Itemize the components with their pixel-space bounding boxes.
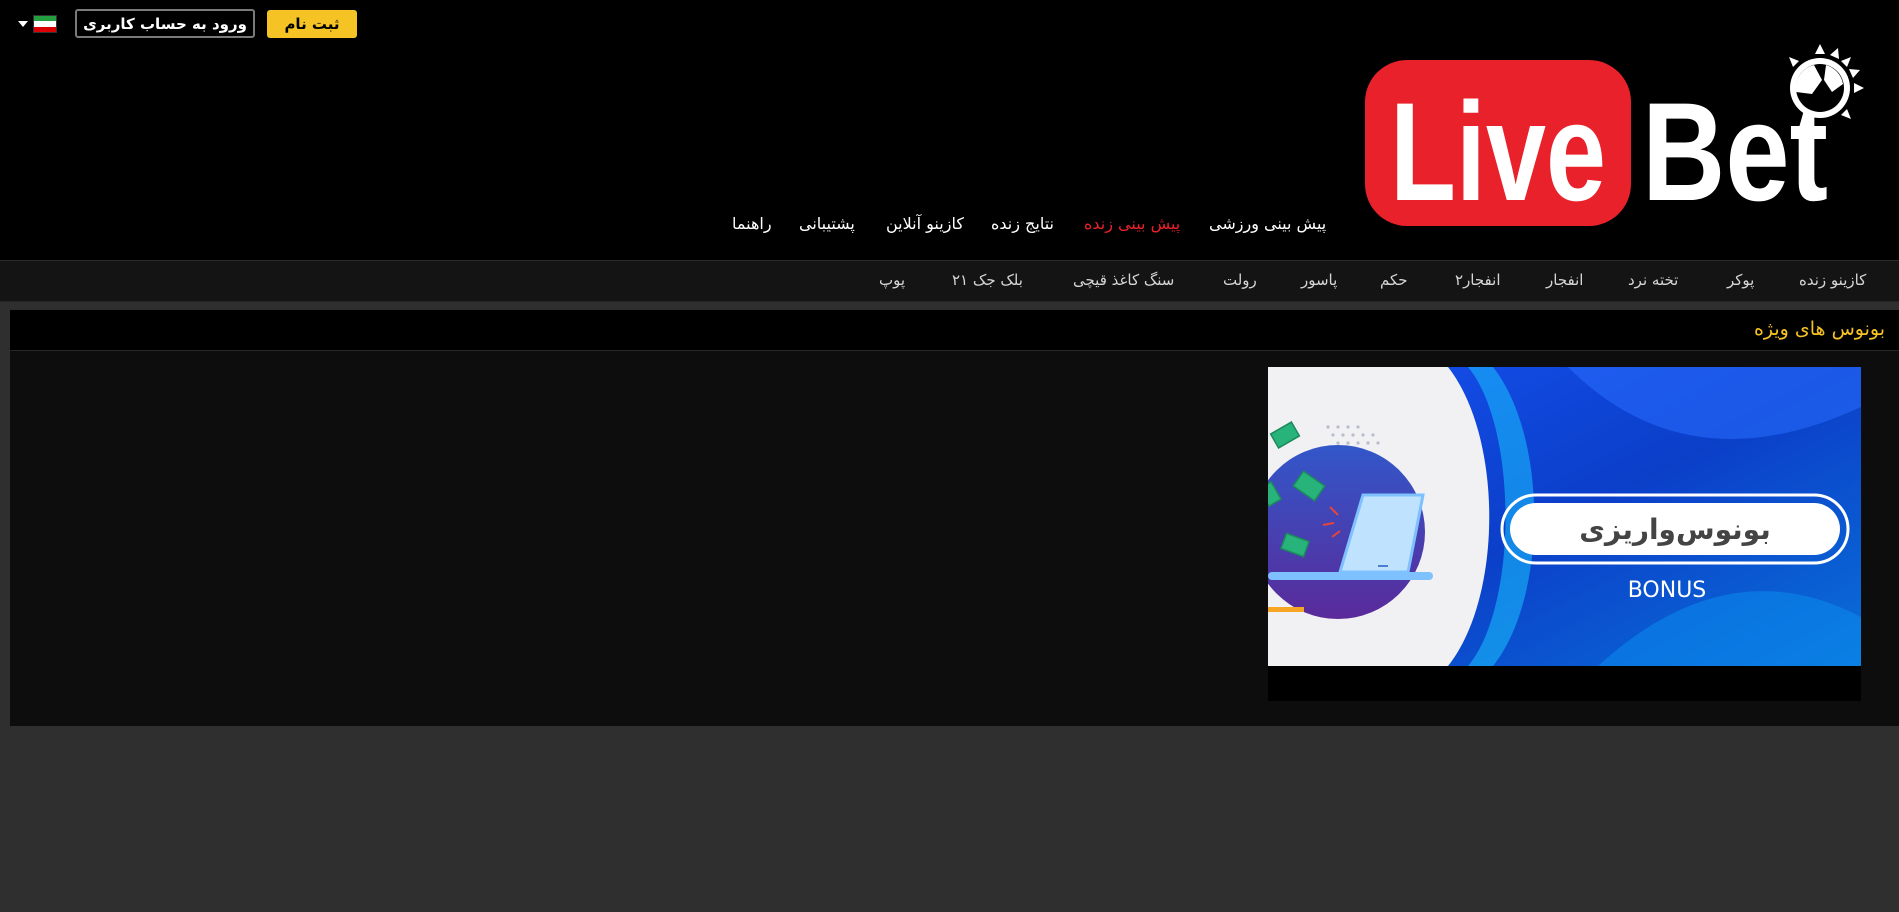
iran-flag-icon <box>34 16 56 32</box>
livebet-logo: Live Bet <box>1365 44 1864 230</box>
main-nav: پیش بینی ورزشی پیش بینی زنده نتایج زنده … <box>0 214 1899 244</box>
subnav-item-blackjack[interactable]: بلک جک ۲۱ <box>952 271 1023 289</box>
deposit-bonus-illustration: بونوس‌واریزی BONUS <box>1268 367 1861 666</box>
casino-subnav: کازینو زنده پوکر تخته نرد انفجار انفجار۲… <box>0 260 1899 302</box>
logo-word-live: Live <box>1390 73 1606 230</box>
deposit-bonus-banner[interactable]: بونوس‌واریزی BONUS <box>1268 367 1861 701</box>
header: ورود به حساب کاربری ثبت نام Live Bet پیش… <box>0 0 1899 260</box>
subnav-item-backgammon[interactable]: تخته نرد <box>1628 271 1678 289</box>
chevron-down-icon <box>18 21 28 27</box>
bonus-panel: بونوس های ویژه <box>10 310 1899 726</box>
bonus-panel-header: بونوس های ویژه <box>10 310 1899 351</box>
subnav-item-rock-paper-scissors[interactable]: سنگ کاغذ قیچی <box>1073 271 1174 289</box>
subnav-item-crash2[interactable]: انفجار۲ <box>1455 271 1501 289</box>
soccer-ball-icon <box>1789 44 1864 119</box>
subnav-item-pop[interactable]: پوپ <box>879 271 905 289</box>
bonus-panel-title: بونوس های ویژه <box>1753 318 1885 340</box>
subnav-item-poker[interactable]: پوکر <box>1727 271 1754 289</box>
nav-item-support[interactable]: پشتیبانی <box>799 214 855 233</box>
banner-title: بونوس‌واریزی <box>1579 513 1771 546</box>
site-logo[interactable]: Live Bet <box>1362 44 1874 230</box>
nav-item-sports-betting[interactable]: پیش بینی ورزشی <box>1209 214 1326 233</box>
nav-item-live-results[interactable]: نتایج زنده <box>991 214 1054 233</box>
register-button[interactable]: ثبت نام <box>267 10 357 38</box>
login-button[interactable]: ورود به حساب کاربری <box>75 9 255 38</box>
nav-item-online-casino[interactable]: کازینو آنلاین <box>886 214 964 233</box>
subnav-item-hokm[interactable]: حکم <box>1380 271 1408 289</box>
subnav-item-crash[interactable]: انفجار <box>1546 271 1583 289</box>
language-selector[interactable] <box>18 14 60 34</box>
nav-item-help[interactable]: راهنما <box>732 214 772 233</box>
banner-subtitle: BONUS <box>1628 578 1707 603</box>
subnav-item-live-casino[interactable]: کازینو زنده <box>1799 271 1866 289</box>
subnav-item-pasur[interactable]: پاسور <box>1301 271 1337 289</box>
subnav-item-roulette[interactable]: رولت <box>1223 271 1257 289</box>
nav-item-live-betting[interactable]: پیش بینی زنده <box>1084 214 1180 233</box>
